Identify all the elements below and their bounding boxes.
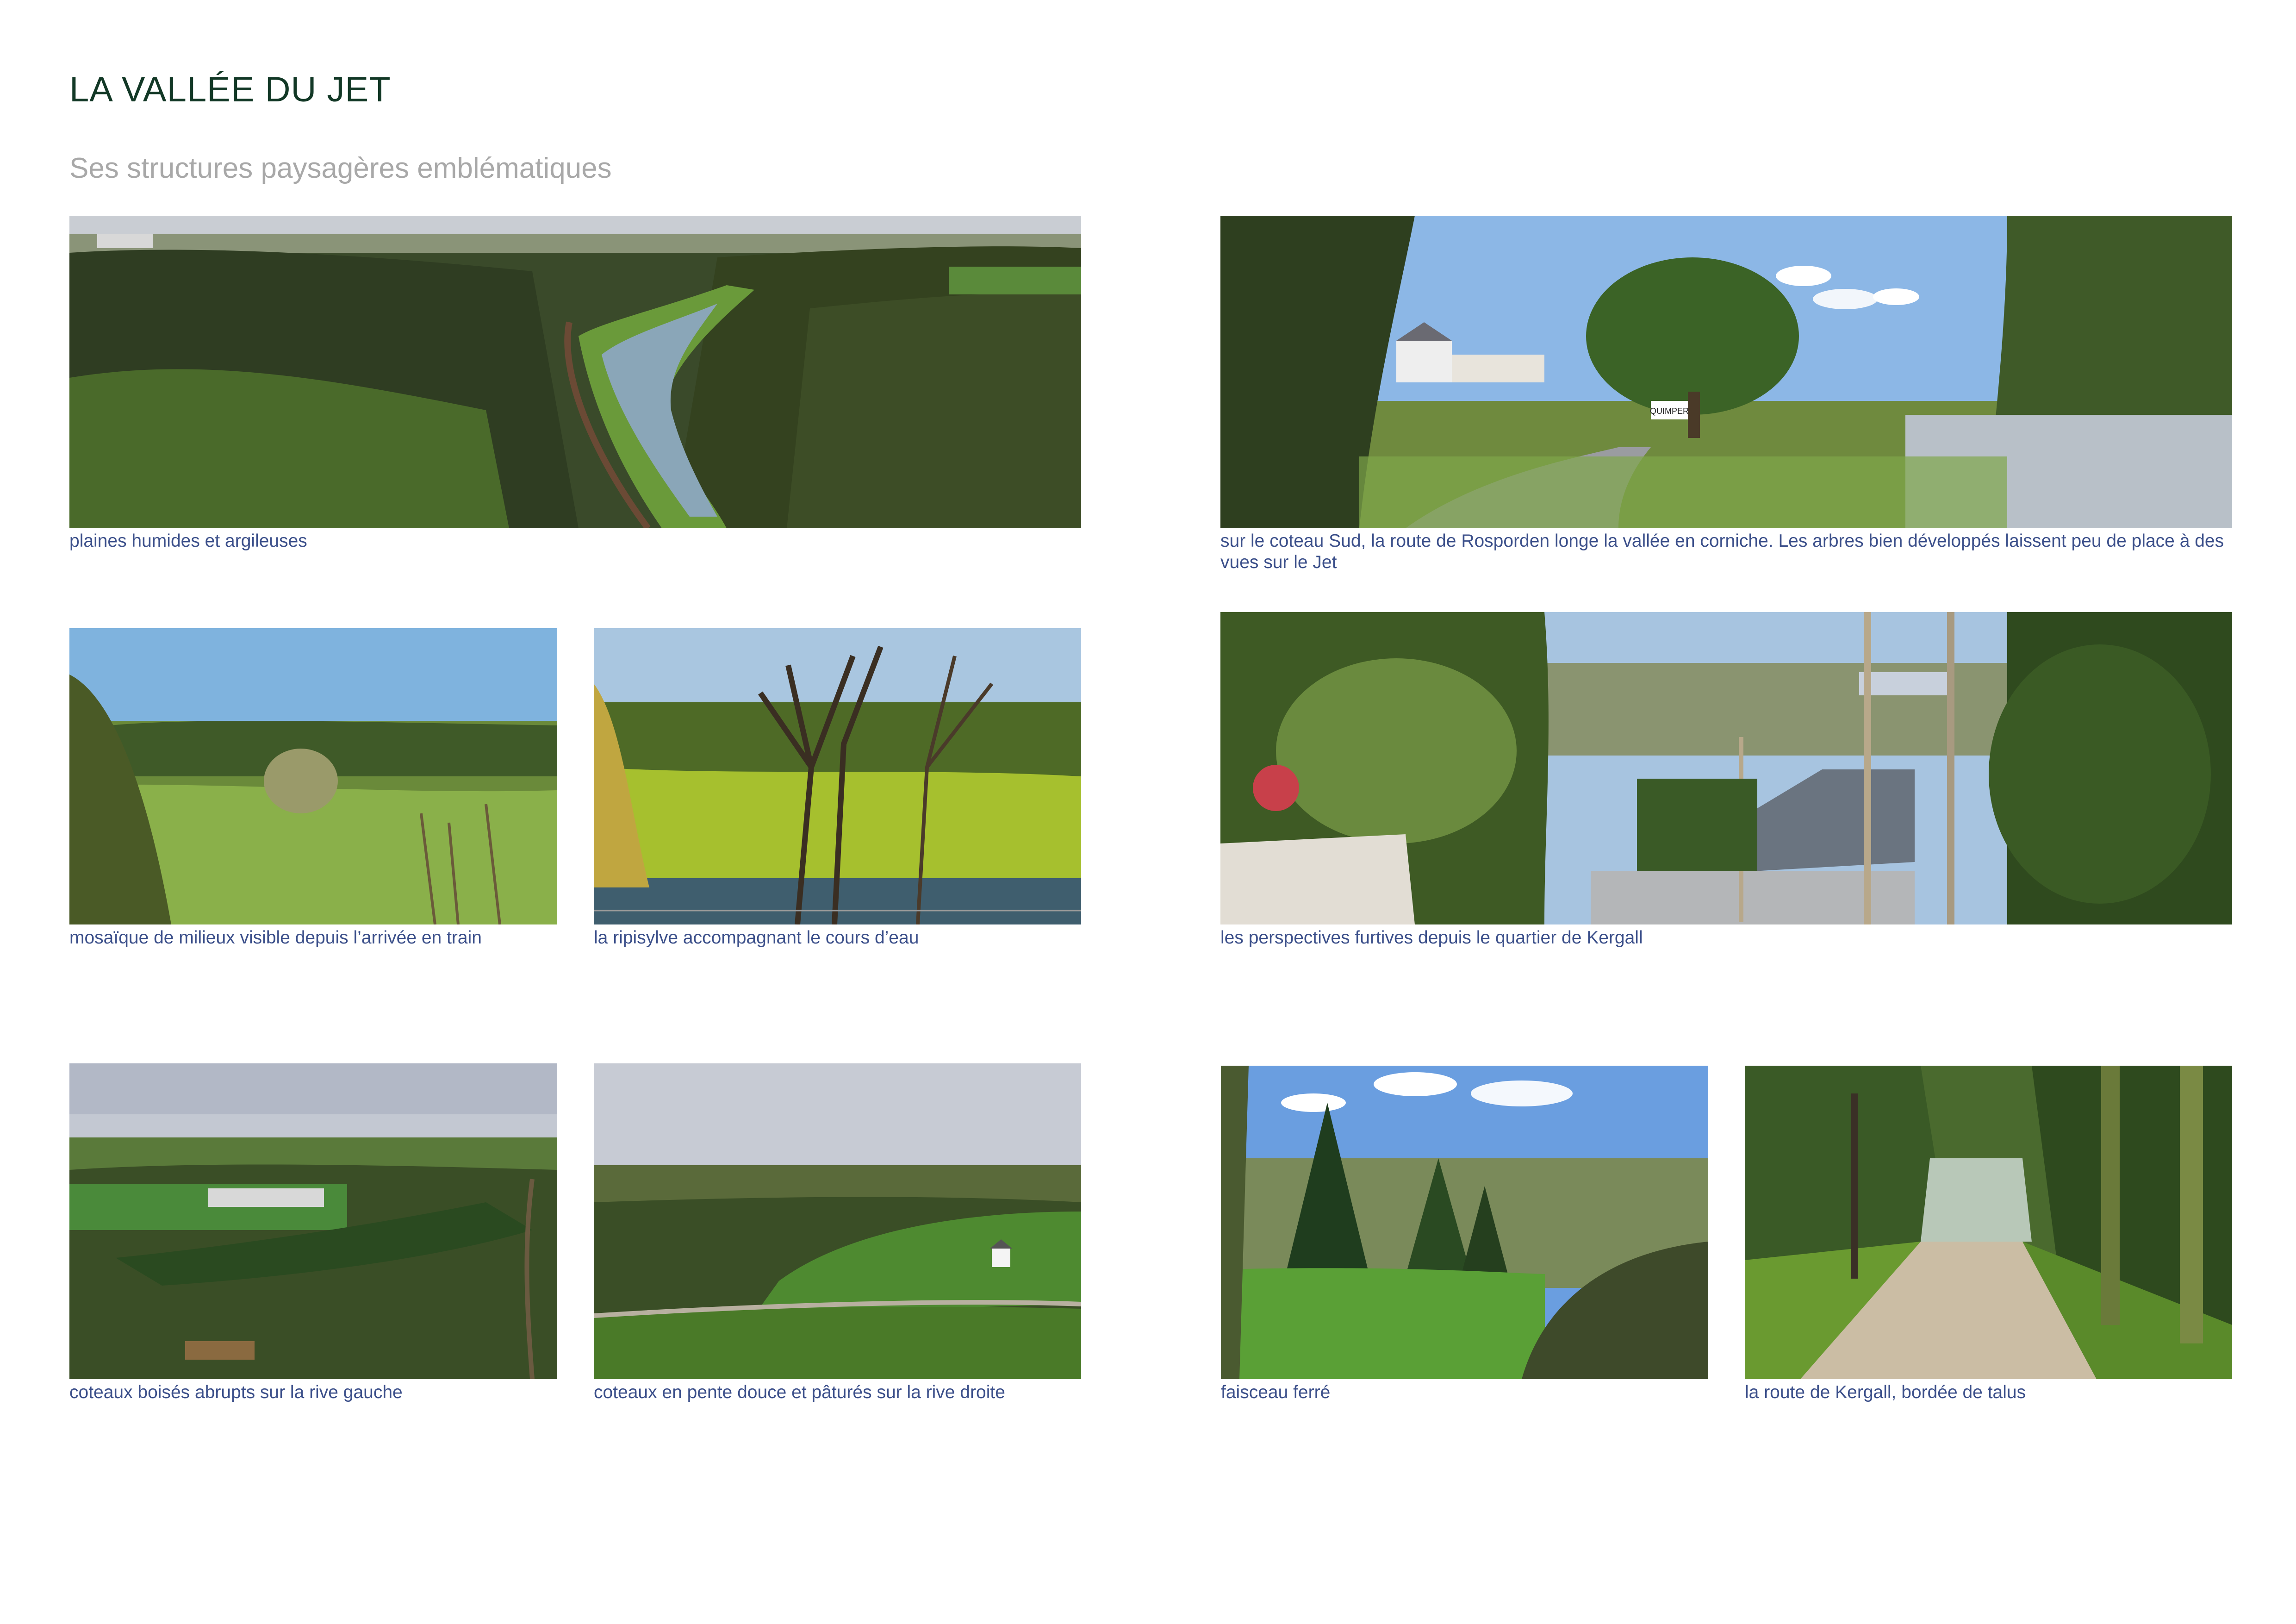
- caption-wet-plains: plaines humides et argileuses: [69, 531, 307, 551]
- road-sign-text: QUIMPER: [1650, 406, 1689, 416]
- caption-wooded-slopes: coteaux boisés abrupts sur la rive gauch…: [69, 1382, 403, 1402]
- caption-riparian: la ripisylve accompagnant le cours d’eau: [594, 928, 919, 948]
- photo-rail-corridor: [1221, 1066, 1708, 1379]
- caption-rail-corridor: faisceau ferré: [1221, 1382, 1331, 1402]
- caption-mosaic-train: mosaïque de milieux visible depuis l’arr…: [69, 928, 482, 948]
- page-title: LA VALLÉE DU JET: [69, 70, 391, 109]
- photo-grazed-slopes: [594, 1063, 1081, 1379]
- caption-kergall-perspectives: les perspectives furtives depuis le quar…: [1220, 928, 1643, 948]
- caption-rosporden-road: sur le coteau Sud, la route de Rosporden…: [1220, 531, 2224, 572]
- photo-wet-plains: [69, 216, 1081, 528]
- photo-rosporden-road: QUIMPER: [1220, 216, 2232, 528]
- caption-kergall-road: la route de Kergall, bordée de talus: [1745, 1382, 2026, 1402]
- photo-kergall-perspectives: [1220, 612, 2232, 924]
- page-subtitle: Ses structures paysagères emblématiques: [69, 152, 612, 184]
- photo-mosaic-train: [69, 628, 557, 924]
- photo-wooded-slopes: [69, 1063, 557, 1379]
- photo-kergall-road: [1745, 1066, 2232, 1379]
- caption-grazed-slopes: coteaux en pente douce et pâturés sur la…: [594, 1382, 1005, 1402]
- photo-riparian: [594, 628, 1081, 924]
